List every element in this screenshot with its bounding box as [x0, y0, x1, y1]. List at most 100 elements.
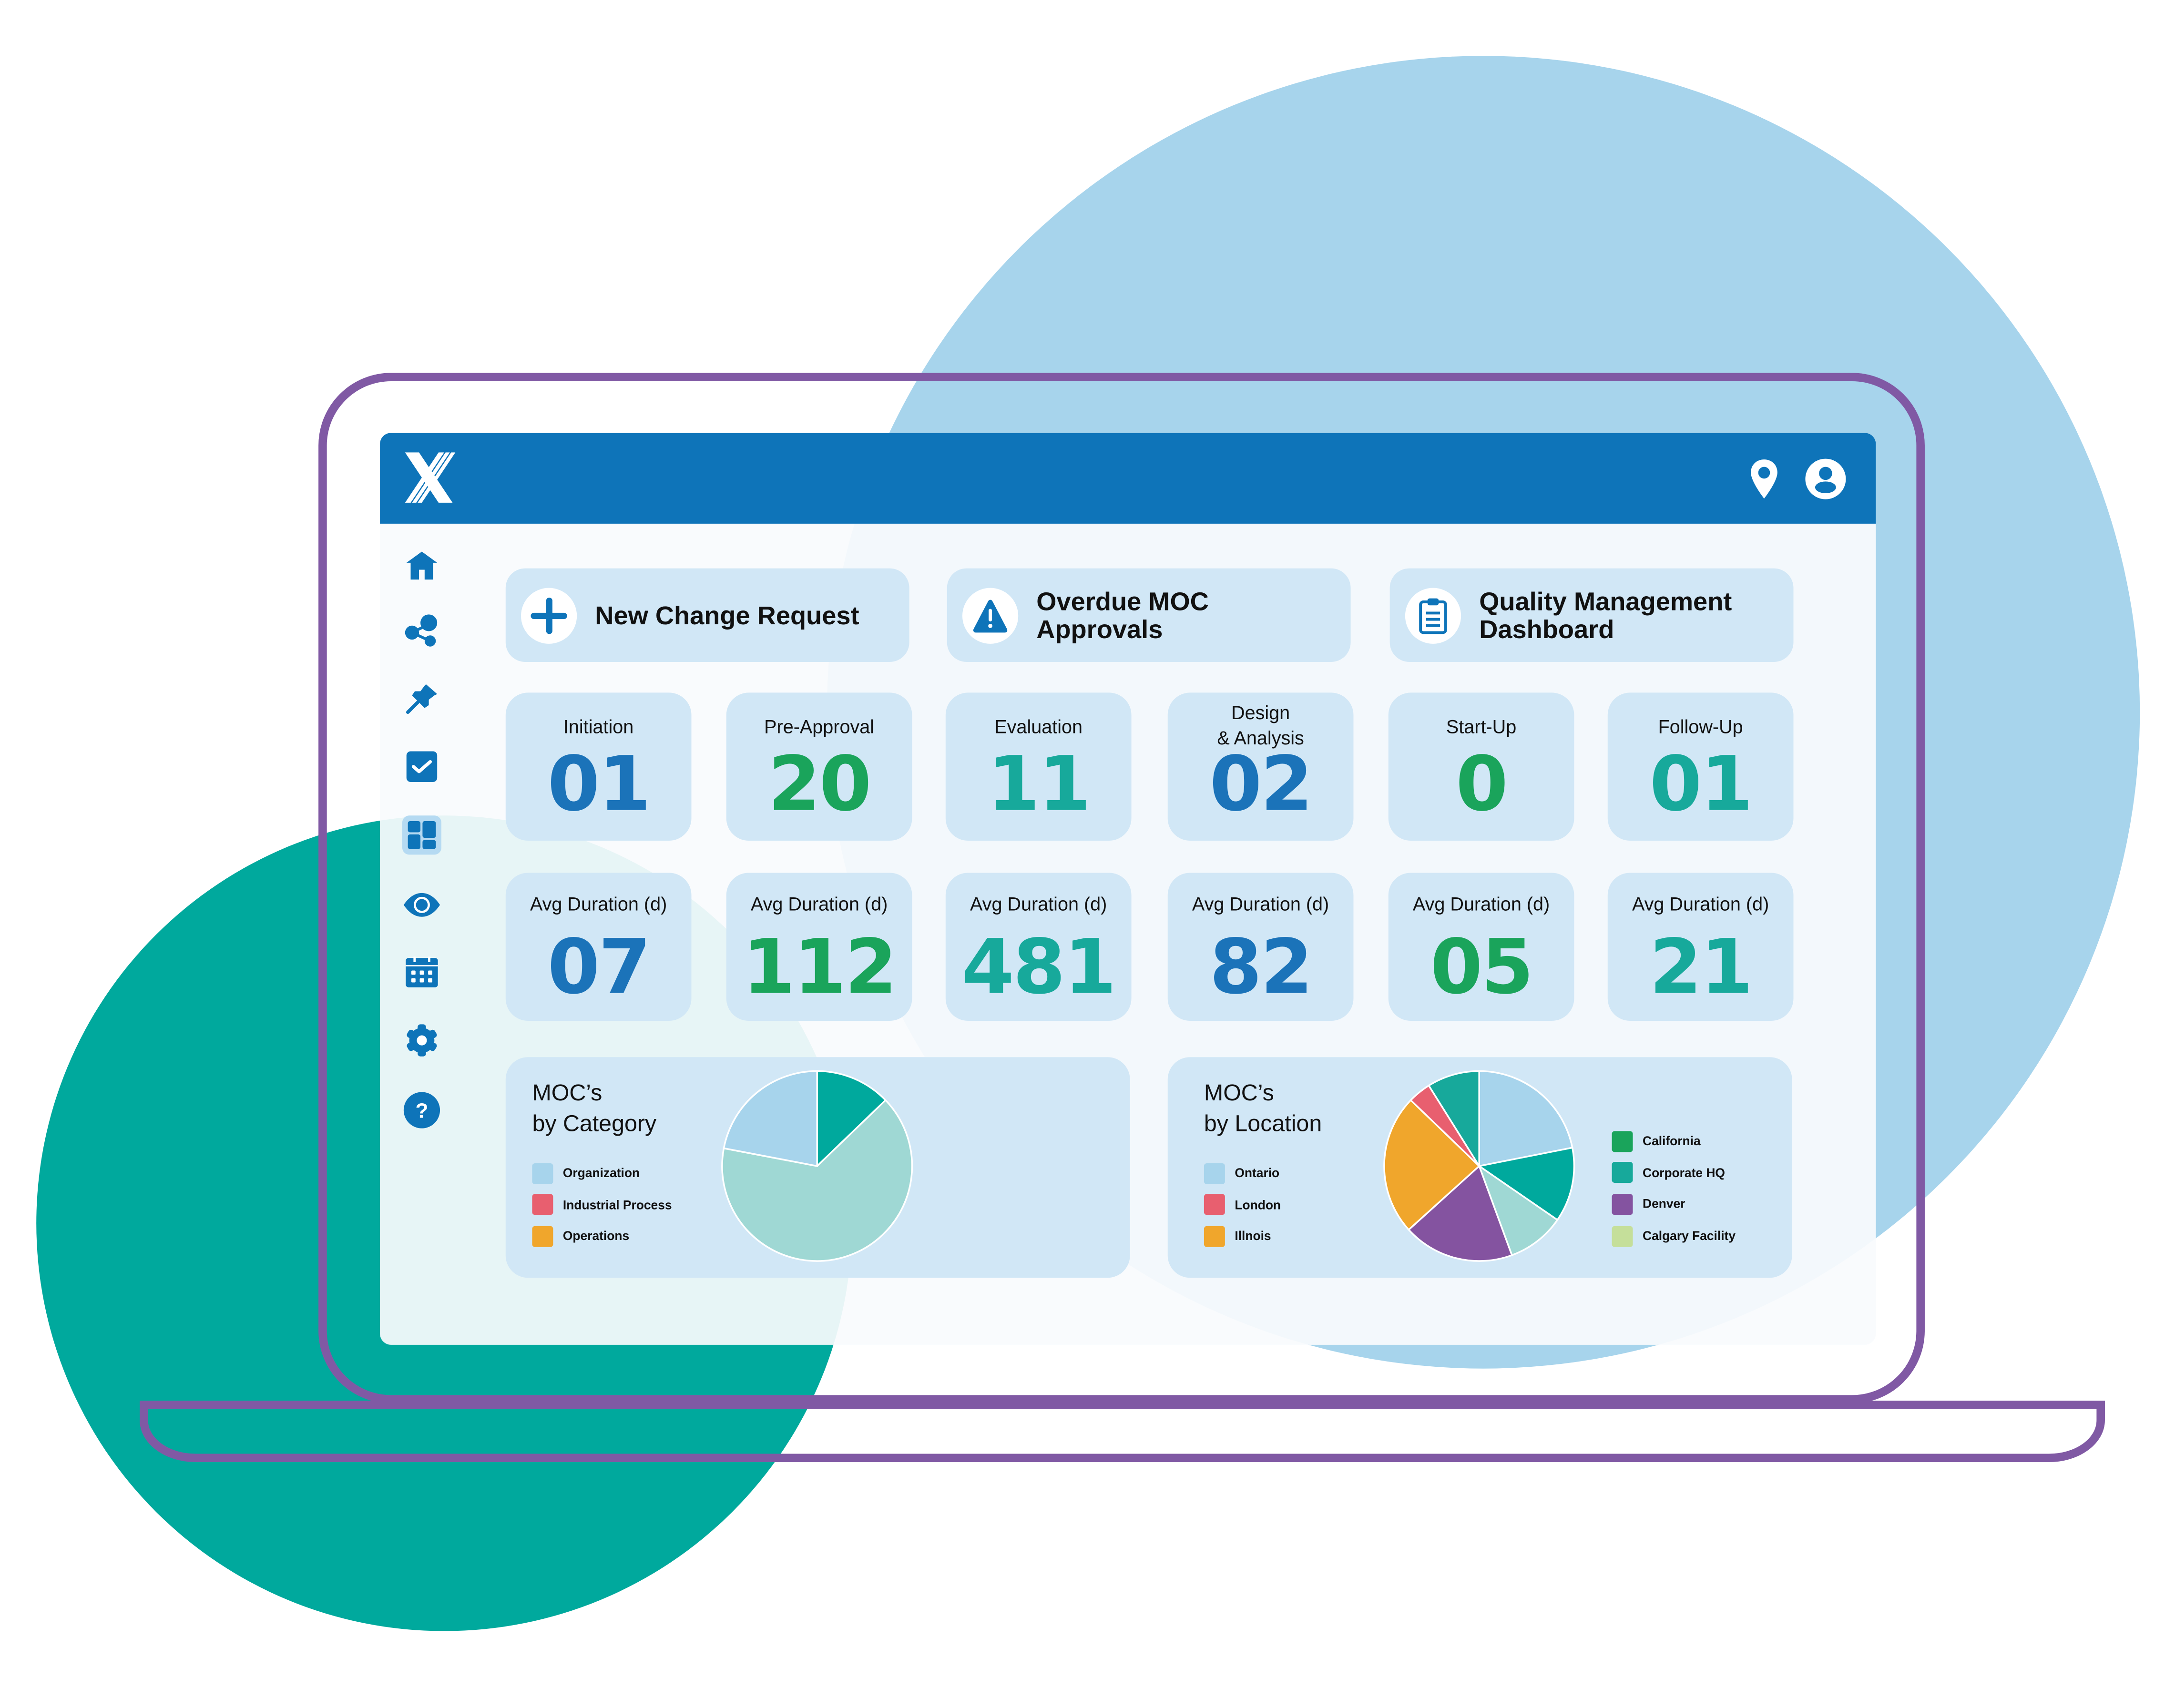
sidebar-item-view[interactable] — [402, 885, 441, 925]
app-header — [380, 433, 1876, 524]
stage-title: Evaluation — [994, 716, 1083, 738]
legend-label: Calgary Facility — [1643, 1229, 1736, 1243]
legend-item: Ontario — [1204, 1158, 1281, 1189]
gear-icon — [407, 1024, 437, 1057]
avg-duration-value: 07 — [547, 923, 651, 1011]
quality-management-dashboard-button[interactable]: Quality Management Dashboard — [1389, 568, 1794, 662]
stage-card[interactable]: Design & Analysis 02 — [1167, 692, 1354, 841]
sidebar-item-settings[interactable] — [402, 1021, 441, 1060]
home-icon — [406, 551, 438, 580]
avg-duration-label: Avg Duration (d) — [530, 894, 667, 915]
category-pie-chart — [721, 1070, 913, 1262]
warning-triangle-icon — [962, 587, 1019, 643]
sidebar-item-calendar[interactable] — [402, 954, 441, 993]
avg-duration-label: Avg Duration (d) — [750, 894, 888, 915]
avg-duration-card[interactable]: Avg Duration (d) 21 — [1607, 873, 1794, 1021]
app-window: ? New Change Request Overdue MOC Approva… — [380, 433, 1876, 1345]
chart-legend: Organization Industrial Process Operations — [532, 1158, 672, 1252]
button-label: Overdue MOC Approvals — [1036, 586, 1209, 643]
legend-label: Denver — [1643, 1197, 1685, 1211]
laptop-base — [140, 1401, 2105, 1463]
legend-item: Calgary Facility — [1612, 1220, 1736, 1251]
legend-item: Industrial Process — [532, 1189, 672, 1220]
stage-card[interactable]: Follow-Up 01 — [1607, 692, 1794, 841]
location-chart-panel: MOC’s by Location Ontario London Illnois C… — [1167, 1057, 1792, 1278]
svg-text:?: ? — [416, 1099, 429, 1123]
overdue-moc-approvals-button[interactable]: Overdue MOC Approvals — [947, 568, 1351, 662]
legend-swatch — [532, 1194, 553, 1216]
avg-duration-card[interactable]: Avg Duration (d) 82 — [1167, 873, 1354, 1021]
checkbox-icon — [406, 751, 438, 782]
legend-item: California — [1612, 1126, 1736, 1157]
avg-duration-label: Avg Duration (d) — [1632, 894, 1769, 915]
button-label: New Change Request — [595, 600, 859, 630]
avg-duration-value: 112 — [742, 923, 897, 1011]
location-pin-icon[interactable] — [1745, 458, 1784, 500]
avg-duration-label: Avg Duration (d) — [970, 894, 1107, 915]
sidebar-item-pinned[interactable] — [402, 679, 441, 718]
category-chart-panel: MOC’s by Category Organization Industrial… — [505, 1057, 1130, 1278]
legend-swatch — [532, 1226, 553, 1247]
sidebar-item-dashboard[interactable] — [402, 815, 441, 855]
avg-duration-card[interactable]: Avg Duration (d) 481 — [945, 873, 1132, 1021]
user-account-icon[interactable] — [1805, 458, 1846, 500]
dashboard-grid-icon — [408, 821, 436, 849]
x-logo-icon[interactable] — [402, 450, 458, 506]
avg-duration-label: Avg Duration (d) — [1192, 894, 1329, 915]
legend-item: Denver — [1612, 1189, 1736, 1220]
stage-title: Follow-Up — [1658, 716, 1743, 738]
stage-count: 02 — [1209, 740, 1313, 828]
avg-duration-value: 481 — [961, 923, 1116, 1011]
button-label: Quality Management Dashboard — [1479, 586, 1732, 643]
legend-label: London — [1235, 1198, 1281, 1212]
plus-icon — [521, 587, 577, 643]
legend-label: Operations — [562, 1230, 630, 1244]
avg-duration-value: 82 — [1209, 923, 1313, 1011]
stage-card[interactable]: Start-Up 0 — [1388, 692, 1574, 841]
avg-duration-card[interactable]: Avg Duration (d) 05 — [1388, 873, 1574, 1021]
legend-swatch — [1612, 1130, 1633, 1152]
avg-duration-value: 05 — [1430, 923, 1533, 1011]
legend-swatch — [1612, 1225, 1633, 1247]
stage-count: 01 — [547, 740, 651, 828]
stage-title: Start-Up — [1446, 716, 1517, 738]
legend-swatch — [1612, 1194, 1633, 1215]
legend-item: Organization — [532, 1158, 672, 1189]
eye-icon — [403, 893, 440, 917]
chart-title: MOC’s by Location — [1204, 1081, 1322, 1137]
stage-card[interactable]: Pre-Approval 20 — [726, 692, 912, 841]
help-circle-icon: ? — [403, 1092, 440, 1128]
calendar-icon — [406, 956, 438, 987]
legend-label: Organization — [562, 1166, 640, 1180]
stage-title: Pre-Approval — [764, 716, 875, 738]
legend-label: Industrial Process — [562, 1198, 672, 1212]
stage-count: 20 — [768, 740, 871, 828]
avg-duration-card[interactable]: Avg Duration (d) 07 — [505, 873, 692, 1021]
legend-item: Corporate HQ — [1612, 1157, 1736, 1189]
illustration-stage: ? New Change Request Overdue MOC Approva… — [0, 0, 2165, 1708]
legend-swatch — [1612, 1162, 1633, 1184]
share-nodes-icon — [405, 614, 438, 647]
avg-duration-card[interactable]: Avg Duration (d) 112 — [726, 873, 912, 1021]
stage-count: 01 — [1649, 740, 1753, 828]
pushpin-icon — [406, 684, 438, 714]
legend-item: London — [1204, 1189, 1281, 1220]
sidebar-item-workflow[interactable] — [402, 611, 441, 651]
avg-duration-label: Avg Duration (d) — [1412, 894, 1550, 915]
legend-swatch — [1204, 1194, 1225, 1216]
sidebar-item-help[interactable]: ? — [402, 1091, 441, 1130]
legend-swatch — [1204, 1226, 1225, 1247]
legend-swatch — [532, 1163, 553, 1184]
stage-count: 11 — [987, 740, 1091, 828]
clipboard-icon — [1405, 587, 1461, 643]
sidebar-item-tasks[interactable] — [402, 747, 441, 786]
chart-title: MOC’s by Category — [532, 1081, 657, 1137]
legend-label: California — [1643, 1134, 1701, 1149]
new-change-request-button[interactable]: New Change Request — [505, 568, 909, 662]
sidebar-item-home[interactable] — [402, 546, 441, 585]
stage-card[interactable]: Initiation 01 — [505, 692, 692, 841]
stage-title: Initiation — [563, 716, 634, 738]
stage-card[interactable]: Evaluation 11 — [945, 692, 1132, 841]
legend-item: Operations — [532, 1221, 672, 1252]
chart-legend: Ontario London Illnois — [1204, 1158, 1281, 1252]
